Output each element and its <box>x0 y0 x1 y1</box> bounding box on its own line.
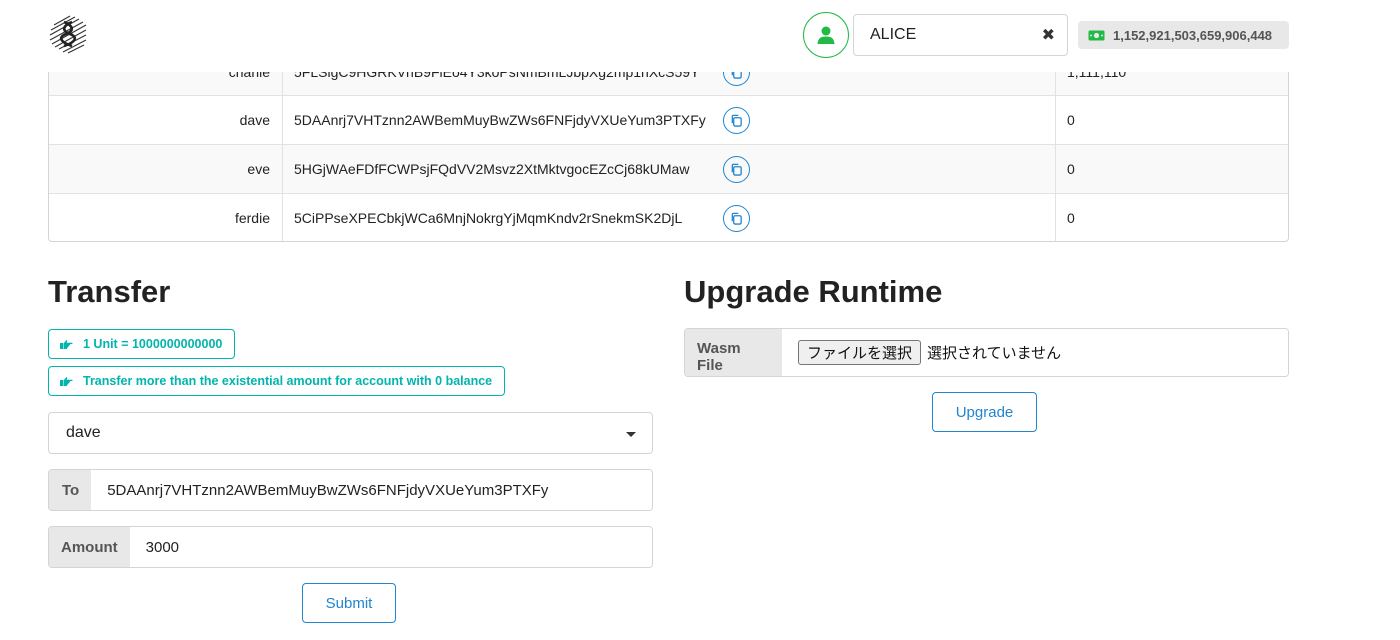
account-name: ferdie <box>49 194 283 241</box>
unit-info-label: 1 Unit = 1000000000000 <box>48 329 236 359</box>
copy-address-button[interactable] <box>723 205 750 232</box>
account-address-cell: 5HGjWAeFDfFCWPsjFQdVV2Msvz2XtMktvgocEZcC… <box>283 145 1056 193</box>
user-icon <box>817 26 835 44</box>
existential-info-text: Transfer more than the existential amoun… <box>83 374 493 388</box>
accounts-table: charlie 5FLSigC9HGRKVhB9FiEo4Y3koPsNmBmL… <box>48 44 1289 242</box>
account-name: eve <box>49 145 283 193</box>
recipient-dropdown-value: dave <box>66 424 101 441</box>
table-row: dave 5DAAnrj7VHTznn2AWBemMuyBwZWs6FNFjdy… <box>49 95 1288 144</box>
account-selector-value: ALICE <box>870 26 917 43</box>
hand-pointing-icon <box>59 376 73 387</box>
to-address-field: To <box>48 469 653 511</box>
amount-label: Amount <box>49 527 130 567</box>
upgrade-runtime-title: Upgrade Runtime <box>684 274 943 309</box>
file-input-area: ファイルを選択 選択されていません <box>782 329 1288 376</box>
balance-value: 1,152,921,503,659,906,448 <box>1113 27 1273 43</box>
account-balance: 0 <box>1067 112 1075 128</box>
substrate-logo <box>48 13 88 55</box>
account-address-cell: 5CiPPseXPECbkjWCa6MnjNokrgYjMqmKndv2rSne… <box>283 194 1056 241</box>
upgrade-button[interactable]: Upgrade <box>932 392 1037 432</box>
account-balance: 0 <box>1067 161 1075 177</box>
top-bar: ALICE ✖ 1,152,921,503,659,906,448 <box>0 0 1400 72</box>
account-balance: 0 <box>1067 210 1075 226</box>
account-selector[interactable]: ALICE ✖ <box>853 14 1068 56</box>
close-icon[interactable]: ✖ <box>1042 25 1055 45</box>
copy-icon <box>731 163 742 176</box>
to-label: To <box>49 470 92 510</box>
copy-address-button[interactable] <box>723 156 750 183</box>
account-address-cell: 5DAAnrj7VHTznn2AWBemMuyBwZWs6FNFjdyVXUeY… <box>283 96 1056 144</box>
balance-badge: 1,152,921,503,659,906,448 <box>1078 21 1289 49</box>
recipient-dropdown[interactable]: dave <box>48 412 653 454</box>
existential-info-label: Transfer more than the existential amoun… <box>48 366 506 396</box>
account-address: 5DAAnrj7VHTznn2AWBemMuyBwZWs6FNFjdyVXUeY… <box>294 112 706 128</box>
hand-pointing-icon <box>59 339 73 350</box>
table-row: ferdie 5CiPPseXPECbkjWCa6MnjNokrgYjMqmKn… <box>49 193 1288 241</box>
wasm-file-field: Wasm File ファイルを選択 選択されていません <box>684 328 1289 377</box>
transfer-title: Transfer <box>48 274 171 309</box>
app-page: charlie 5FLSigC9HGRKVhB9FiEo4Y3koPsNmBmL… <box>0 0 1400 640</box>
account-address: 5CiPPseXPECbkjWCa6MnjNokrgYjMqmKndv2rSne… <box>294 210 683 226</box>
copy-icon <box>731 212 742 225</box>
money-icon <box>1088 30 1105 41</box>
submit-button[interactable]: Submit <box>302 583 396 623</box>
caret-down-icon <box>626 432 636 437</box>
file-status-text: 選択されていません <box>927 344 1062 362</box>
to-address-input[interactable] <box>91 470 652 510</box>
account-icon-button[interactable] <box>803 12 849 58</box>
wasm-file-label: Wasm File <box>685 329 782 376</box>
amount-input[interactable] <box>129 527 652 567</box>
table-row: eve 5HGjWAeFDfFCWPsjFQdVV2Msvz2XtMktvgoc… <box>49 144 1288 193</box>
account-name: dave <box>49 96 283 144</box>
account-address: 5HGjWAeFDfFCWPsjFQdVV2Msvz2XtMktvgocEZcC… <box>294 161 690 177</box>
copy-icon <box>731 114 742 127</box>
choose-file-button[interactable]: ファイルを選択 <box>798 340 922 365</box>
copy-address-button[interactable] <box>723 107 750 134</box>
unit-info-text: 1 Unit = 1000000000000 <box>83 337 223 351</box>
amount-field: Amount <box>48 526 653 568</box>
